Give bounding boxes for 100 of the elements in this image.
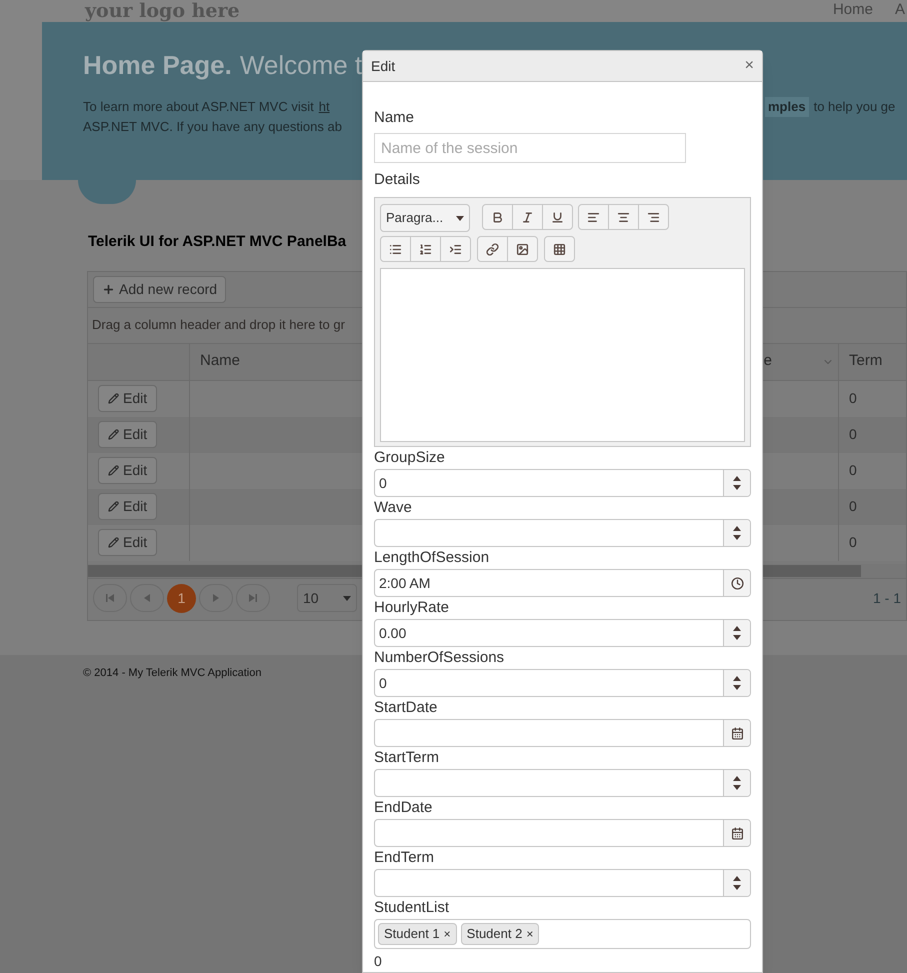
student-tag[interactable]: Student 1 ×	[378, 923, 457, 945]
column-header[interactable]: e	[764, 350, 772, 373]
pencil-icon	[108, 393, 119, 404]
field-label: StudentList	[374, 898, 450, 918]
caret-down-icon	[343, 596, 351, 600]
field-label: NumberOfSessions	[374, 648, 506, 668]
bullet-list-button[interactable]	[380, 236, 411, 262]
nav-link[interactable]: A	[894, 0, 905, 22]
field-label: GroupSize	[374, 448, 446, 468]
spinner-arrows-icon	[733, 874, 741, 892]
remove-tag-button[interactable]: ×	[444, 925, 451, 943]
field-label: EndTerm	[374, 848, 436, 868]
italic-icon	[521, 210, 534, 224]
column-header[interactable]: Term	[839, 344, 906, 380]
count-text: 0	[374, 952, 383, 971]
underline-icon	[551, 210, 564, 224]
page-button[interactable]: 1	[167, 584, 196, 612]
align-center-icon	[617, 210, 630, 224]
italic-button[interactable]	[512, 204, 543, 230]
remove-tag-button[interactable]: ×	[526, 925, 534, 943]
table-cell-text: 0	[848, 497, 858, 516]
previous-icon	[144, 594, 150, 602]
edit-button[interactable]: Edit	[98, 421, 158, 448]
last-page-icon	[249, 594, 257, 602]
align-right-icon	[647, 210, 660, 224]
spinner-arrows-icon	[733, 524, 741, 542]
pager-info: 1 - 1	[872, 588, 901, 608]
spinner-arrows-icon	[733, 474, 741, 492]
field-label: EndDate	[374, 798, 434, 818]
table-button[interactable]	[544, 236, 575, 262]
name-input[interactable]: Name of the session	[374, 133, 686, 163]
dialog-title: Edit	[371, 56, 396, 76]
spinner-arrows-icon	[733, 774, 741, 792]
bold-icon	[491, 210, 504, 224]
student-tag[interactable]: Student 2 ×	[460, 923, 540, 945]
indent-button[interactable]	[440, 236, 471, 262]
table-cell-text: 0	[848, 389, 858, 408]
page-size-dropdown[interactable]: 10	[297, 584, 357, 612]
edit-button[interactable]: Edit	[98, 385, 158, 412]
highlight-link[interactable]: mples	[765, 97, 809, 117]
spinner-button[interactable]	[723, 670, 750, 696]
date-picker-button[interactable]	[723, 720, 750, 746]
page-title: Home Page.	[83, 49, 232, 82]
intro-text: To learn more about ASP.NET MVC visit	[83, 98, 314, 116]
pencil-icon	[108, 465, 119, 476]
edit-button[interactable]: Edit	[98, 493, 158, 520]
plus-icon	[102, 282, 115, 296]
edit-button[interactable]: Edit	[98, 529, 158, 556]
spinner-button[interactable]	[723, 520, 750, 546]
link-button[interactable]	[477, 236, 508, 262]
calendar-icon	[730, 726, 744, 740]
spinner-arrows-icon	[733, 674, 741, 692]
clock-icon	[730, 576, 744, 590]
align-right-button[interactable]	[638, 204, 669, 230]
field-label: StartTerm	[374, 748, 440, 768]
numbered-list-icon	[419, 242, 432, 256]
indent-icon	[449, 242, 462, 256]
bullet-list-icon	[389, 242, 402, 256]
pencil-icon	[108, 501, 119, 512]
link-icon	[486, 242, 499, 256]
numbered-list-button[interactable]	[410, 236, 441, 262]
field-label: LengthOfSession	[374, 548, 490, 568]
multiselect-field[interactable]: Student 1 × Student 2 ×	[374, 919, 751, 949]
pencil-icon	[108, 537, 119, 548]
page-subtitle: Welcome t	[240, 49, 362, 82]
intro-text: to help you ge	[814, 98, 896, 116]
field-label: Details	[374, 170, 421, 190]
spinner-button[interactable]	[723, 470, 750, 496]
table-icon	[553, 242, 566, 256]
align-center-button[interactable]	[608, 204, 639, 230]
add-record-button[interactable]: Add new record	[93, 276, 226, 302]
underline-button[interactable]	[542, 204, 573, 230]
nav-link[interactable]: Home	[832, 0, 873, 22]
image-icon	[516, 242, 529, 256]
format-dropdown[interactable]: Paragra...	[380, 204, 470, 232]
spinner-button[interactable]	[723, 620, 750, 646]
spinner-arrows-icon	[733, 624, 741, 642]
pencil-icon	[108, 429, 119, 440]
intro-link[interactable]: ht	[318, 97, 330, 117]
field-label: StartDate	[374, 698, 438, 718]
spinner-button[interactable]	[723, 770, 750, 796]
field-label: HourlyRate	[374, 598, 450, 618]
table-cell-text: 0	[848, 533, 858, 552]
time-picker-button[interactable]	[723, 570, 750, 596]
close-button[interactable]: ×	[744, 54, 754, 78]
align-left-icon	[587, 210, 600, 224]
align-left-button[interactable]	[578, 204, 609, 230]
caret-down-icon	[456, 216, 464, 220]
image-button[interactable]	[507, 236, 538, 262]
calendar-icon	[730, 826, 744, 840]
section-title: Telerik UI for ASP.NET MVC PanelBa	[88, 232, 346, 252]
first-page-icon	[106, 594, 114, 602]
bold-button[interactable]	[482, 204, 513, 230]
field-label: Wave	[374, 498, 413, 518]
next-icon	[213, 594, 219, 602]
edit-button[interactable]: Edit	[98, 457, 158, 484]
date-picker-button[interactable]	[723, 820, 750, 846]
footer-text: © 2014 - My Telerik MVC Application	[83, 666, 262, 680]
field-label: Name	[374, 108, 416, 128]
spinner-button[interactable]	[723, 870, 750, 896]
